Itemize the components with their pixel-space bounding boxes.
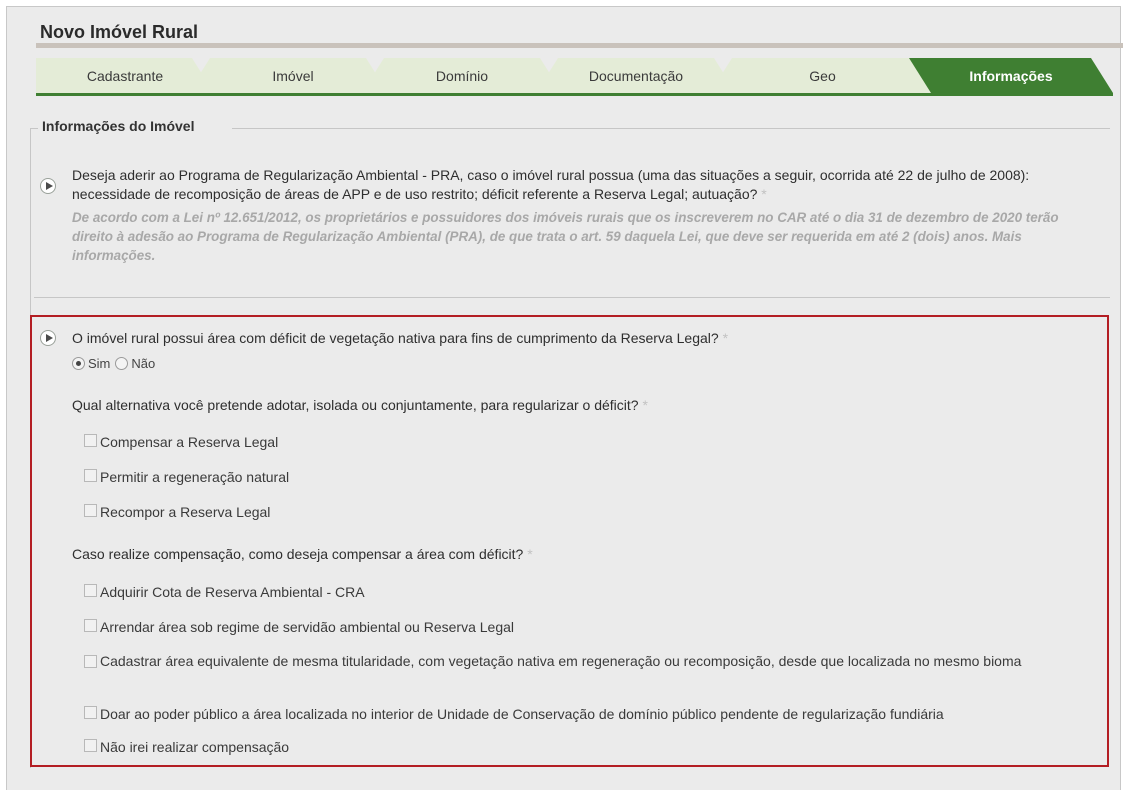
tab-cadastrante[interactable]: Cadastrante xyxy=(36,58,214,93)
tabs-underline xyxy=(36,93,1113,96)
option-label: Cadastrar área equivalente de mesma titu… xyxy=(100,653,1022,669)
option-label: Não irei realizar compensação xyxy=(100,739,290,755)
wizard-tabs: Cadastrante Imóvel Domínio Documentação … xyxy=(36,58,1113,94)
question-hint: De acordo com a Lei nº 12.651/2012, os p… xyxy=(72,210,1059,263)
option-nao-compensar[interactable]: Não irei realizar compensação xyxy=(84,738,289,757)
highlight-box xyxy=(30,315,1109,767)
option-label: Arrendar área sob regime de servidão amb… xyxy=(100,619,515,635)
checkbox[interactable] xyxy=(84,706,97,719)
question-text: Qual alternativa você pretende adotar, i… xyxy=(72,397,639,413)
title-underline xyxy=(36,43,1123,48)
required-marker: * xyxy=(761,186,767,202)
radio-nao[interactable] xyxy=(115,357,129,370)
option-label: Permitir a regeneração natural xyxy=(100,469,290,485)
question-deficit: O imóvel rural possui área com déficit d… xyxy=(72,329,728,348)
question-alternativa: Qual alternativa você pretende adotar, i… xyxy=(72,396,648,415)
section-legend: Informações do Imóvel xyxy=(42,118,195,134)
tab-label: Cadastrante xyxy=(86,67,164,84)
option-compensar[interactable]: Compensar a Reserva Legal xyxy=(84,433,278,452)
question-text: Deseja aderir ao Programa de Regularizaç… xyxy=(72,167,1030,202)
tab-documentacao[interactable]: Documentação xyxy=(536,58,736,93)
question-text: Caso realize compensação, como deseja co… xyxy=(72,546,524,562)
option-recompor[interactable]: Recompor a Reserva Legal xyxy=(84,503,270,522)
fieldset-border xyxy=(232,128,1110,129)
section-divider xyxy=(34,297,1110,298)
tab-geo[interactable]: Geo xyxy=(710,58,935,93)
question-pra: Deseja aderir ao Programa de Regularizaç… xyxy=(72,166,1107,204)
option-label: Recompor a Reserva Legal xyxy=(100,504,271,520)
fieldset-border xyxy=(30,128,38,129)
question-text: O imóvel rural possui área com déficit d… xyxy=(72,330,719,346)
page-title: Novo Imóvel Rural xyxy=(40,22,199,42)
option-cra[interactable]: Adquirir Cota de Reserva Ambiental - CRA xyxy=(84,583,365,602)
radio-sim-label: Sim xyxy=(88,356,111,371)
tab-label: Domínio xyxy=(435,67,489,84)
checkbox[interactable] xyxy=(84,739,97,752)
expand-arrow-icon[interactable] xyxy=(40,178,56,194)
deficit-radio-group: Sim Não xyxy=(72,356,155,371)
required-marker: * xyxy=(722,330,729,346)
option-doar[interactable]: Doar ao poder público a área localizada … xyxy=(84,705,944,724)
tab-label: Documentação xyxy=(588,67,684,84)
tab-informacoes[interactable]: Informações xyxy=(909,58,1113,93)
option-label: Compensar a Reserva Legal xyxy=(100,434,279,450)
checkbox[interactable] xyxy=(84,504,97,517)
checkbox[interactable] xyxy=(84,434,97,447)
question-compensacao: Caso realize compensação, como deseja co… xyxy=(72,545,533,564)
radio-nao-label: Não xyxy=(131,356,156,371)
option-arrendar[interactable]: Arrendar área sob regime de servidão amb… xyxy=(84,618,514,637)
tab-label: Informações xyxy=(969,67,1053,84)
tab-imovel[interactable]: Imóvel xyxy=(188,58,388,93)
checkbox[interactable] xyxy=(84,469,97,482)
option-cadastrar[interactable]: Cadastrar área equivalente de mesma titu… xyxy=(84,652,1104,671)
option-label: Doar ao poder público a área localizada … xyxy=(100,706,944,722)
checkbox[interactable] xyxy=(84,655,97,668)
tab-dominio[interactable]: Domínio xyxy=(362,58,562,93)
radio-sim[interactable] xyxy=(72,357,85,370)
option-regeneracao[interactable]: Permitir a regeneração natural xyxy=(84,468,289,487)
option-label: Adquirir Cota de Reserva Ambiental - CRA xyxy=(100,584,365,600)
expand-arrow-icon[interactable] xyxy=(40,330,56,346)
required-marker: * xyxy=(642,397,648,413)
tab-label: Geo xyxy=(809,67,836,84)
required-marker: * xyxy=(527,546,533,562)
tab-label: Imóvel xyxy=(272,67,314,84)
checkbox[interactable] xyxy=(84,619,97,632)
checkbox[interactable] xyxy=(84,584,97,597)
